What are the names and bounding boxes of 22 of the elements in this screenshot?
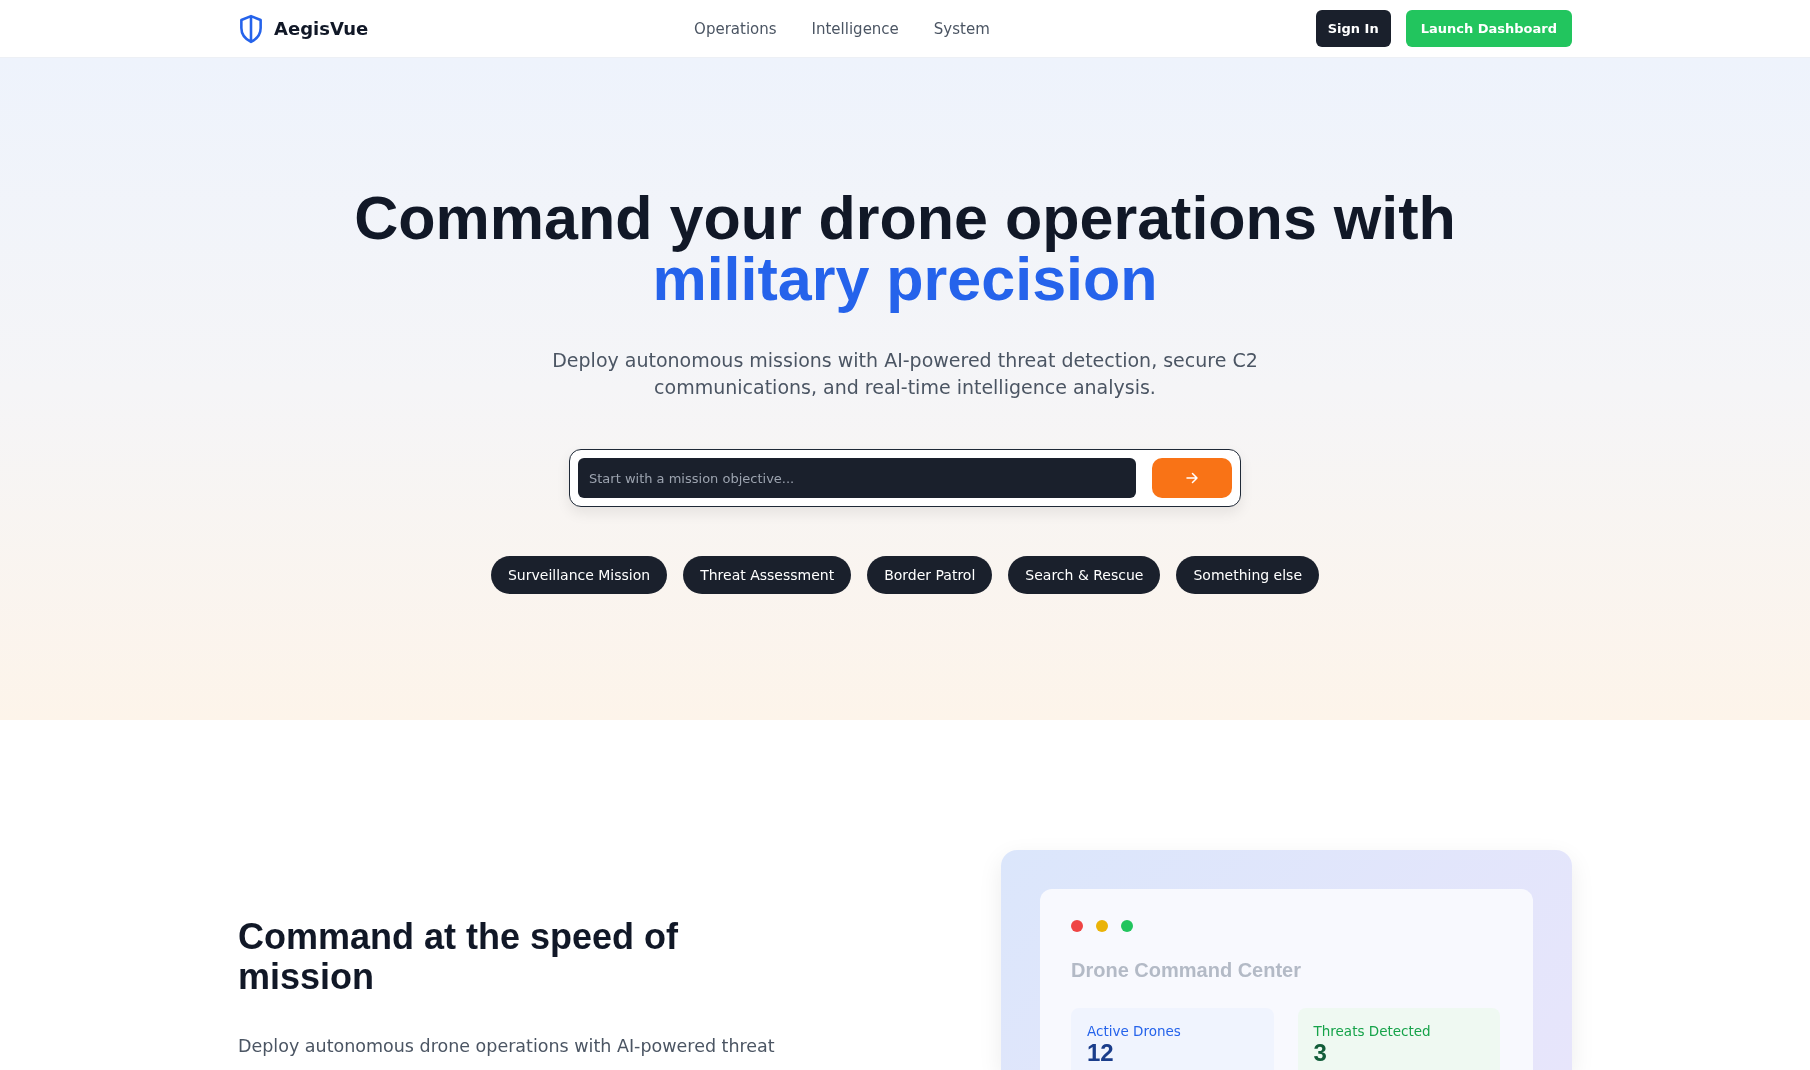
- suggestion-chip[interactable]: Surveillance Mission: [491, 556, 668, 594]
- suggestion-chip[interactable]: Threat Assessment: [683, 556, 852, 594]
- sign-in-button[interactable]: Sign In: [1315, 10, 1391, 47]
- stat-label: Active Drones: [1087, 1022, 1182, 1040]
- arrow-icon: [1186, 472, 1198, 484]
- suggestion-chip[interactable]: Search & Rescue: [1008, 556, 1161, 594]
- feature-text: Deploy autonomous drone operations with AI-powered threat: [238, 1035, 775, 1058]
- stat-label: Threats Detected: [1313, 1022, 1432, 1040]
- brand-name: AegisVue: [274, 18, 369, 39]
- stat-value: 12: [1087, 1040, 1115, 1066]
- nav-link[interactable]: System: [933, 19, 990, 38]
- suggestion-chip[interactable]: Border Patrol: [867, 556, 993, 594]
- feature-heading: Command at the speed of mission: [238, 917, 680, 997]
- mission-input[interactable]: Start with a mission objective...: [578, 458, 1136, 498]
- stat-value: 3: [1313, 1040, 1328, 1066]
- suggestion-chip[interactable]: Something else: [1176, 556, 1319, 594]
- shield-icon: [238, 13, 264, 44]
- submit-button[interactable]: [1152, 458, 1232, 498]
- nav-link[interactable]: Intelligence: [811, 19, 899, 38]
- preview-title: Drone Command Center: [1071, 958, 1303, 982]
- hero-subtitle: Deploy autonomous missions with AI-powered threat detection, secure C2 communications, and real-time intelligence analysis.: [551, 348, 1259, 400]
- nav-link[interactable]: Operations: [694, 19, 777, 38]
